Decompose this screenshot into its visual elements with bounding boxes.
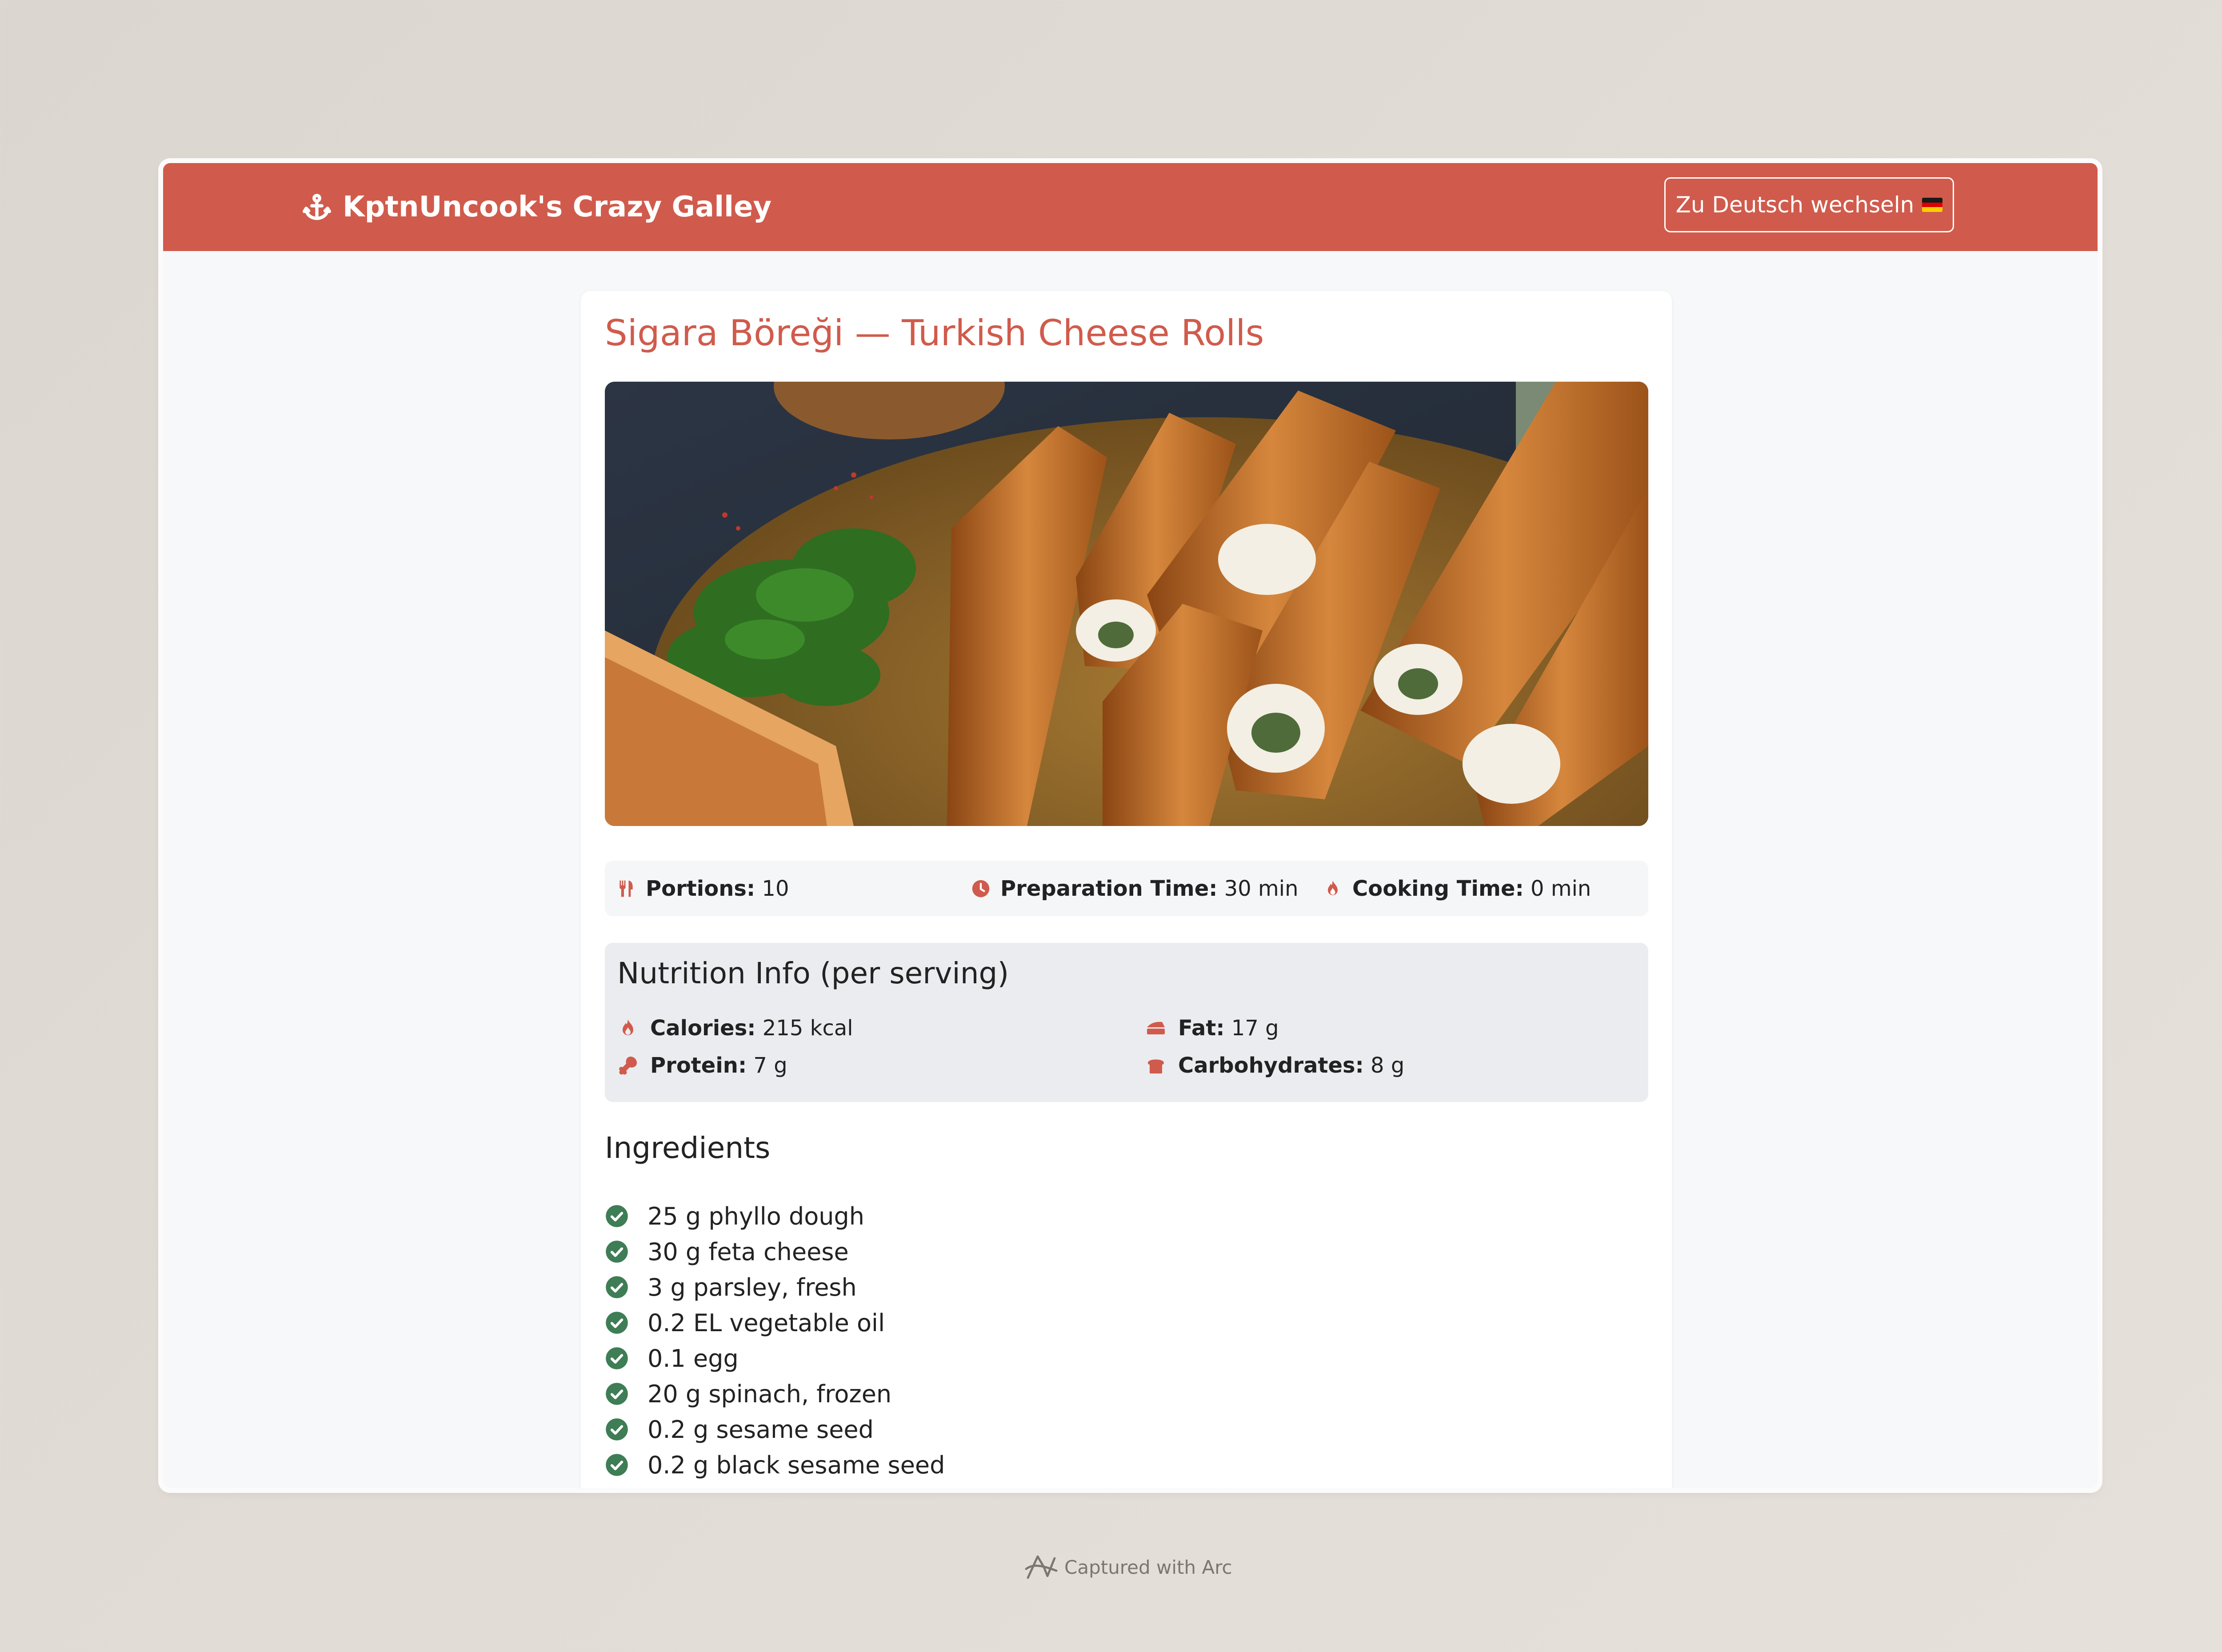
carbs-value: 8 g — [1371, 1053, 1405, 1078]
nutrition-title: Nutrition Info (per serving) — [617, 956, 1009, 990]
portions-item: Portions: 10 — [616, 876, 789, 901]
ingredients-title: Ingredients — [605, 1131, 771, 1165]
cook-time-label: Cooking Time: — [1352, 876, 1524, 901]
fire-icon — [1328, 880, 1338, 895]
fat-label: Fat: — [1178, 1016, 1225, 1041]
ingredient-text: 30 g feta cheese — [647, 1237, 849, 1266]
list-item: 30 g feta cheese — [605, 1234, 945, 1269]
protein-label: Protein: — [650, 1053, 747, 1078]
anchor-icon — [302, 194, 332, 220]
check-circle-icon — [606, 1312, 628, 1334]
calories-item: Calories: 215 kcal — [617, 1016, 853, 1041]
prep-time-label: Preparation Time: — [1000, 876, 1218, 901]
list-item: 0.1 egg — [605, 1341, 945, 1376]
portions-value: 10 — [762, 876, 789, 901]
ingredients-list: 25 g phyllo dough 30 g feta cheese 3 g p… — [605, 1198, 945, 1483]
bread-icon — [1148, 1059, 1164, 1073]
list-item: 0.2 g sesame seed — [605, 1412, 945, 1447]
recipe-card: Sigara Böreği — Turkish Cheese Rolls Por… — [581, 291, 1672, 1488]
check-circle-icon — [606, 1454, 628, 1476]
captured-text: Captured with Arc — [1064, 1556, 1232, 1578]
drumstick-icon — [619, 1057, 637, 1075]
protein-value: 7 g — [753, 1053, 787, 1078]
protein-item: Protein: 7 g — [617, 1053, 787, 1078]
ingredient-text: 3 g parsley, fresh — [647, 1273, 857, 1301]
recipe-meta: Portions: 10 Preparation Time: 30 min Co… — [605, 861, 1648, 916]
fat-value: 17 g — [1231, 1016, 1279, 1041]
list-item: 0.2 EL vegetable oil — [605, 1305, 945, 1341]
browser-window: KptnUncook's Crazy Galley Zu Deutsch wec… — [163, 163, 2098, 1488]
clock-icon — [972, 880, 990, 897]
ingredient-text: 0.2 g sesame seed — [647, 1415, 874, 1444]
list-item: 0.2 g black sesame seed — [605, 1447, 945, 1483]
recipe-image — [605, 382, 1648, 826]
check-circle-icon — [606, 1241, 628, 1263]
carbs-label: Carbohydrates: — [1178, 1053, 1364, 1078]
portions-label: Portions: — [646, 876, 755, 901]
calories-value: 215 kcal — [762, 1016, 853, 1041]
arc-logo-icon — [1025, 1555, 1058, 1579]
check-circle-icon — [606, 1205, 628, 1227]
german-flag-icon — [1922, 198, 1943, 212]
calories-label: Calories: — [650, 1016, 756, 1041]
list-item: 3 g parsley, fresh — [605, 1269, 945, 1305]
fat-item: Fat: 17 g — [1145, 1016, 1279, 1041]
cook-time-value: 0 min — [1531, 876, 1591, 901]
check-circle-icon — [606, 1418, 628, 1441]
list-item: 25 g phyllo dough — [605, 1198, 945, 1234]
recipe-title: Sigara Böreği — Turkish Cheese Rolls — [605, 312, 1264, 354]
navbar: KptnUncook's Crazy Galley Zu Deutsch wec… — [163, 163, 2098, 251]
check-circle-icon — [606, 1276, 628, 1298]
utensils-icon — [619, 880, 633, 897]
nutrition-panel: Nutrition Info (per serving) Calories: 2… — [605, 943, 1648, 1102]
check-circle-icon — [606, 1347, 628, 1369]
prep-time-item: Preparation Time: 30 min — [971, 876, 1299, 901]
check-circle-icon — [606, 1383, 628, 1405]
arc-capture-watermark: Captured with Arc — [1024, 1553, 1232, 1581]
cook-time-item: Cooking Time: 0 min — [1323, 876, 1591, 901]
ingredient-text: 0.2 EL vegetable oil — [647, 1309, 885, 1337]
flame-icon — [623, 1019, 633, 1035]
carbs-item: Carbohydrates: 8 g — [1145, 1053, 1404, 1078]
brand-link[interactable]: KptnUncook's Crazy Galley — [302, 191, 771, 223]
list-item: 20 g spinach, frozen — [605, 1376, 945, 1412]
cheese-icon — [1147, 1022, 1165, 1034]
switch-language-label: Zu Deutsch wechseln — [1675, 192, 1914, 218]
ingredient-text: 25 g phyllo dough — [647, 1202, 865, 1230]
ingredient-text: 0.1 egg — [647, 1344, 739, 1373]
ingredient-text: 0.2 g black sesame seed — [647, 1451, 945, 1479]
brand-name: KptnUncook's Crazy Galley — [343, 191, 772, 223]
prep-time-value: 30 min — [1224, 876, 1299, 901]
ingredient-text: 20 g spinach, frozen — [647, 1380, 892, 1408]
switch-language-button[interactable]: Zu Deutsch wechseln — [1664, 177, 1954, 232]
